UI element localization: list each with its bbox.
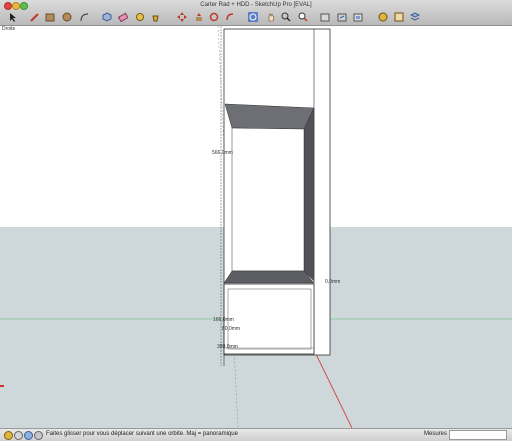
rectangle-tool-button[interactable] (44, 11, 55, 22)
share-model-tool-button[interactable] (336, 11, 347, 22)
arc-icon (80, 13, 88, 21)
push-pull-tool-button[interactable] (193, 11, 204, 22)
arrow-icon (9, 12, 16, 22)
tape-icon (135, 12, 144, 21)
rectangle-icon (45, 13, 54, 21)
scene-canvas[interactable] (0, 26, 512, 428)
scene-label: Droite (2, 26, 16, 32)
dimension-height-upper: 566,0mm (212, 150, 233, 156)
orbit-icon (247, 11, 258, 22)
dimension-d1: 166,0mm (213, 317, 234, 323)
bottom-bevel-face (223, 270, 315, 284)
select-tool-button[interactable] (6, 11, 17, 22)
components-icon (353, 13, 362, 21)
extension-icon (378, 12, 387, 21)
dimension-depth: 0,0mm (325, 279, 341, 285)
dimension-d2: 60,0mm (222, 326, 241, 332)
component-icon (102, 11, 111, 22)
pencil-icon (29, 12, 39, 22)
help-icon[interactable] (24, 431, 33, 440)
zoom-extents-icon (298, 12, 308, 22)
status-bar: Faites glisser pour vous déplacer suivan… (0, 428, 512, 441)
model-viewport[interactable]: Droite 566,0mm 0,0mm 166,0mm 60,0mm 380,… (0, 26, 512, 428)
pan-tool-button[interactable] (265, 11, 276, 22)
warehouse-tool-button[interactable] (319, 11, 330, 22)
hand-icon (268, 12, 274, 21)
main-toolbar (0, 10, 512, 25)
measurements-label: Mesures (424, 431, 448, 437)
warehouse-icon (320, 13, 329, 21)
eraser-icon (117, 12, 128, 22)
credits-icon[interactable] (14, 431, 23, 440)
move-icon (176, 11, 187, 22)
layers-tool-button[interactable] (409, 11, 420, 22)
niche-side-face (303, 107, 315, 282)
components-tool-button[interactable] (352, 11, 363, 22)
circle-icon (62, 12, 71, 21)
bucket-icon (151, 15, 159, 21)
push-pull-icon (195, 12, 202, 21)
rotate-icon (209, 12, 218, 21)
magnifier-icon (281, 12, 291, 22)
top-bevel-face (224, 103, 315, 130)
styles-tool-button[interactable] (393, 11, 404, 22)
orbit-tool-button[interactable] (247, 11, 258, 22)
circle-tool-button[interactable] (61, 11, 72, 22)
paint-bucket-tool-button[interactable] (150, 11, 161, 22)
arc-tool-button[interactable] (78, 11, 89, 22)
zoom-tool-button[interactable] (280, 11, 291, 22)
follow-me-icon (225, 12, 233, 20)
instructor-icon[interactable] (34, 431, 43, 440)
pencil-tool-button[interactable] (29, 11, 40, 22)
eraser-tool-button[interactable] (117, 11, 128, 22)
make-component-tool-button[interactable] (101, 11, 112, 22)
extension-tool-button[interactable] (377, 11, 388, 22)
tape-measure-tool-button[interactable] (134, 11, 145, 22)
dimension-d3: 380,0mm (217, 344, 238, 350)
window-title: Carter Rad + HDD - SketchUp Pro [EVAL] (200, 2, 312, 8)
zoom-extents-tool-button[interactable] (297, 11, 308, 22)
move-tool-button[interactable] (176, 11, 187, 22)
layers-icon (409, 11, 420, 21)
rotate-tool-button[interactable] (208, 11, 219, 22)
window-titlebar: Carter Rad + HDD - SketchUp Pro [EVAL] (0, 0, 512, 26)
measurements-input[interactable] (449, 430, 507, 440)
follow-me-tool-button[interactable] (224, 11, 235, 22)
status-hint: Faites glisser pour vous déplacer suivan… (46, 431, 238, 437)
niche-back-face (231, 127, 305, 272)
geo-location-icon[interactable] (4, 431, 13, 440)
share-icon (337, 13, 346, 21)
styles-icon (394, 12, 403, 21)
